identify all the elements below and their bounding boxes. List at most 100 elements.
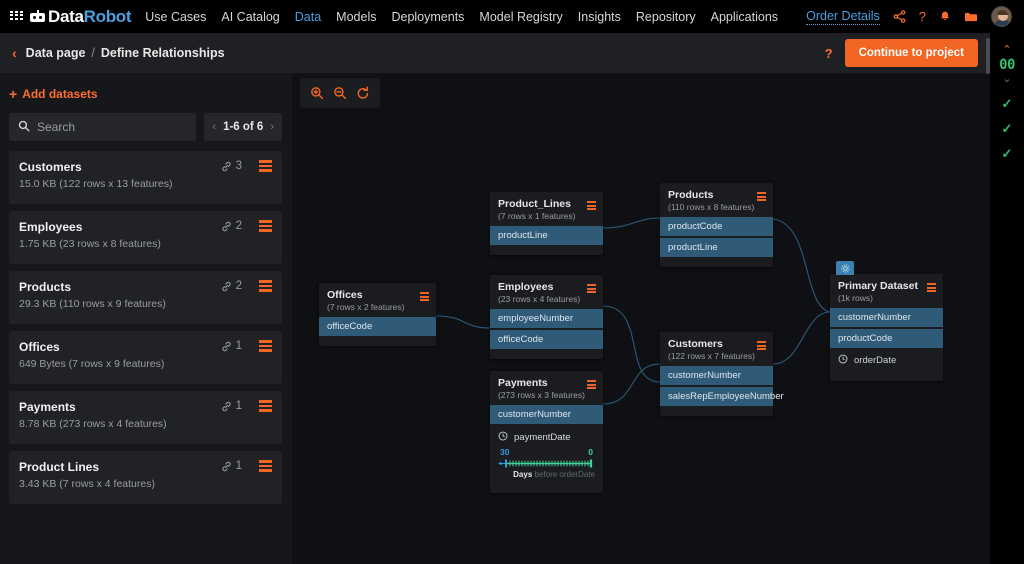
chevron-up-icon[interactable]: ⌃: [1002, 45, 1011, 56]
dataset-menu-icon[interactable]: [259, 400, 272, 412]
node-timeseries-config[interactable]: paymentDate 30 0 Days before orderDate: [490, 426, 603, 485]
node-subtitle: (23 rows x 4 features): [498, 294, 581, 305]
search-container[interactable]: [9, 113, 197, 141]
user-avatar[interactable]: [991, 6, 1012, 27]
node-field-orderdate[interactable]: orderDate: [830, 350, 943, 371]
node-title: Payments: [498, 377, 548, 389]
node-menu-icon[interactable]: [587, 284, 596, 293]
node-offices[interactable]: Offices (7 rows x 2 features) officeCode: [319, 283, 436, 347]
dataset-link-count: 1: [221, 400, 242, 412]
nav-item-insights[interactable]: Insights: [578, 10, 621, 24]
link-payments-customers: [602, 363, 661, 405]
add-datasets-label: Add datasets: [22, 87, 98, 101]
nav-item-model-registry[interactable]: Model Registry: [479, 10, 562, 24]
node-menu-icon[interactable]: [757, 192, 766, 201]
folder-icon[interactable]: [964, 11, 978, 23]
node-payments[interactable]: Payments (273 rows x 3 features) custome…: [490, 371, 603, 494]
zoom-in-icon[interactable]: [306, 82, 328, 104]
node-field-employeenumber[interactable]: employeeNumber: [490, 309, 603, 329]
pager-next-button[interactable]: ›: [270, 121, 274, 133]
dataset-link-count: 2: [221, 280, 242, 292]
timeseries-slider[interactable]: [498, 458, 595, 469]
dataset-menu-icon[interactable]: [259, 220, 272, 232]
notifications-icon[interactable]: [939, 10, 951, 23]
link-count-value: 3: [235, 160, 242, 172]
node-field-customernumber[interactable]: customerNumber: [660, 366, 773, 386]
node-field-productcode[interactable]: productCode: [660, 217, 773, 237]
dataset-link-count: 2: [221, 220, 242, 232]
node-subtitle: (1k rows): [838, 293, 873, 304]
node-field-customernumber[interactable]: customerNumber: [830, 308, 943, 328]
relationship-canvas[interactable]: Offices (7 rows x 2 features) officeCode…: [292, 74, 990, 564]
node-field-officecode[interactable]: officeCode: [490, 330, 603, 350]
node-field-productcode[interactable]: productCode: [830, 329, 943, 349]
node-header: Customers (122 rows x 7 features): [660, 332, 773, 366]
nav-right-actions: Order Details ?: [806, 6, 1014, 27]
timeseries-min-value: 0: [588, 447, 593, 458]
nav-item-use-cases[interactable]: Use Cases: [145, 10, 206, 24]
node-footer: [830, 373, 943, 381]
link-products-primary: [772, 218, 831, 313]
node-footer: [319, 338, 436, 346]
nav-item-models[interactable]: Models: [336, 10, 376, 24]
link-icon: [222, 401, 231, 411]
node-menu-icon[interactable]: [587, 201, 596, 210]
nav-item-ai-catalog[interactable]: AI Catalog: [221, 10, 279, 24]
node-field-productline[interactable]: productLine: [490, 226, 603, 246]
dataset-meta: 3.43 KB (7 rows x 4 features): [19, 478, 155, 490]
main-nav-links: Use Cases AI Catalog Data Models Deploym…: [145, 10, 778, 24]
datarobot-logo[interactable]: Data Robot: [30, 7, 132, 27]
continue-to-project-button[interactable]: Continue to project: [844, 39, 978, 67]
nav-item-data[interactable]: Data: [295, 10, 321, 24]
dataset-card-customers[interactable]: Customers 15.0 KB (122 rows x 13 feature…: [9, 151, 282, 204]
app-grid-icon[interactable]: [10, 10, 24, 23]
order-details-link[interactable]: Order Details: [806, 9, 880, 25]
node-field-salesrepemployeenumber[interactable]: salesRepEmployeeNumber: [660, 387, 784, 407]
node-products[interactable]: Products (110 rows x 8 features) product…: [660, 183, 773, 268]
status-check-icon-3: ✓: [1001, 146, 1013, 161]
link-count-value: 1: [235, 400, 242, 412]
dataset-card-product-lines[interactable]: Product Lines 3.43 KB (7 rows x 4 featur…: [9, 451, 282, 504]
help-icon[interactable]: ?: [919, 10, 926, 23]
link-icon: [222, 221, 231, 231]
search-input[interactable]: [37, 120, 188, 134]
node-menu-icon[interactable]: [927, 283, 936, 292]
dataset-menu-icon[interactable]: [259, 460, 272, 472]
node-menu-icon[interactable]: [420, 292, 429, 301]
node-subtitle: (7 rows x 1 features): [498, 211, 576, 222]
chevron-down-icon[interactable]: ⌄: [1002, 74, 1011, 85]
reset-view-icon[interactable]: [352, 82, 374, 104]
node-employees[interactable]: Employees (23 rows x 4 features) employe…: [490, 275, 603, 360]
node-field-productline[interactable]: productLine: [660, 238, 773, 258]
node-subtitle: (7 rows x 2 features): [327, 302, 405, 313]
node-field-officecode[interactable]: officeCode: [319, 317, 436, 337]
dataset-menu-icon[interactable]: [259, 340, 272, 352]
node-menu-icon[interactable]: [587, 380, 596, 389]
back-arrow-icon[interactable]: ‹: [12, 45, 17, 61]
zoom-out-icon[interactable]: [329, 82, 351, 104]
node-primary-dataset[interactable]: Primary Dataset (1k rows) customerNumber…: [830, 261, 943, 382]
top-navigation-bar: Data Robot Use Cases AI Catalog Data Mode…: [0, 0, 1024, 33]
dataset-card-payments[interactable]: Payments 8.78 KB (273 rows x 4 features)…: [9, 391, 282, 444]
node-field-customernumber[interactable]: customerNumber: [490, 405, 603, 425]
page-scrollbar-thumb[interactable]: [986, 38, 990, 74]
node-title: Primary Dataset: [838, 280, 918, 292]
page-help-icon[interactable]: ?: [825, 46, 833, 61]
dataset-card-employees[interactable]: Employees 1.75 KB (23 rows x 8 features)…: [9, 211, 282, 264]
nav-item-applications[interactable]: Applications: [711, 10, 778, 24]
nav-item-deployments[interactable]: Deployments: [391, 10, 464, 24]
dataset-meta: 15.0 KB (122 rows x 13 features): [19, 178, 173, 190]
dataset-menu-icon[interactable]: [259, 280, 272, 292]
node-customers[interactable]: Customers (122 rows x 7 features) custom…: [660, 332, 784, 417]
add-datasets-button[interactable]: + Add datasets: [0, 74, 292, 113]
dataset-card-offices[interactable]: Offices 649 Bytes (7 rows x 9 features) …: [9, 331, 282, 384]
breadcrumb-data-page[interactable]: Data page: [26, 46, 86, 60]
nav-item-repository[interactable]: Repository: [636, 10, 696, 24]
node-menu-icon[interactable]: [757, 341, 766, 350]
dataset-card-products[interactable]: Products 29.3 KB (110 rows x 9 features)…: [9, 271, 282, 324]
share-icon[interactable]: [893, 10, 906, 23]
dataset-menu-icon[interactable]: [259, 160, 272, 172]
node-product-lines[interactable]: Product_Lines (7 rows x 1 features) prod…: [490, 192, 603, 256]
search-icon: [18, 120, 30, 135]
pager-prev-button[interactable]: ‹: [212, 121, 216, 133]
